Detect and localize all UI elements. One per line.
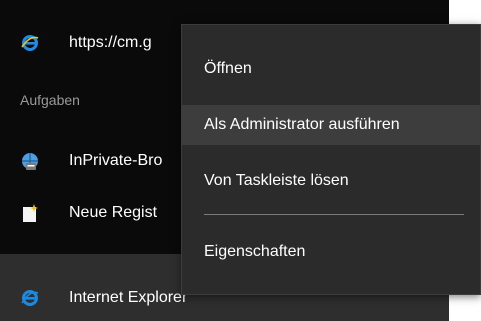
jump-list-item-label: InPrivate-Bro — [69, 152, 163, 169]
menu-item-unpin-taskbar[interactable]: Von Taskleiste lösen — [182, 161, 480, 201]
menu-item-open[interactable]: Öffnen — [182, 49, 480, 89]
menu-item-run-as-admin[interactable]: Als Administrator ausführen — [182, 105, 480, 145]
jump-list-item-label: https://cm.g — [69, 34, 152, 51]
taskbar-item-label: Internet Explorer — [69, 289, 188, 306]
inprivate-icon — [20, 151, 40, 171]
menu-separator — [204, 214, 464, 215]
tasks-header: Aufgaben — [20, 92, 80, 108]
jump-list-item-label: Neue Regist — [69, 204, 158, 221]
internet-explorer-icon — [20, 33, 40, 53]
menu-item-properties[interactable]: Eigenschaften — [182, 232, 480, 272]
new-tab-icon — [20, 203, 40, 223]
internet-explorer-icon — [20, 288, 40, 308]
context-menu: Öffnen Als Administrator ausführen Von T… — [181, 24, 481, 295]
